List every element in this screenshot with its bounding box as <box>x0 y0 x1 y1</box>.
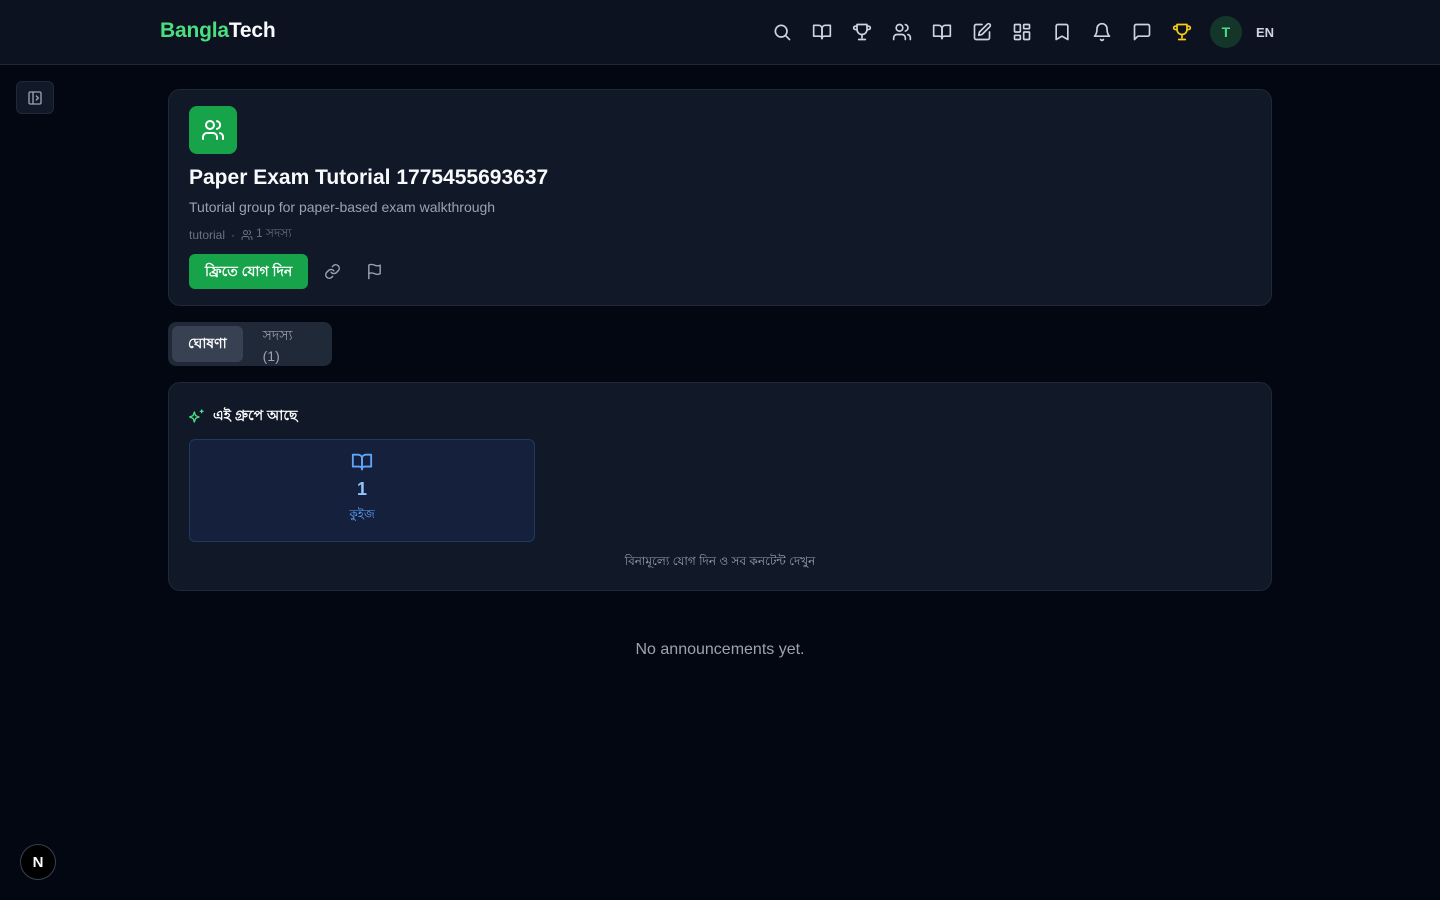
top-navbar: BanglaTech T EN <box>0 0 1440 65</box>
group-tabs: ঘোষণা সদস্য (1) <box>168 322 332 366</box>
group-header-card: Paper Exam Tutorial 1775455693637 Tutori… <box>168 89 1272 306</box>
group-meta: tutorial · 1 সদস্য <box>189 225 292 245</box>
bookmark-icon <box>1055 23 1069 41</box>
section-heading: এই গ্রুপে আছে <box>189 404 297 428</box>
group-description: Tutorial group for paper-based exam walk… <box>189 199 496 215</box>
trophy-icon <box>852 23 872 41</box>
sidebar-panel-icon <box>28 90 42 105</box>
user-avatar[interactable]: T <box>1209 16 1242 48</box>
tab-members[interactable]: সদস্য (1) <box>247 326 328 364</box>
library-button[interactable] <box>924 14 960 50</box>
messages-button[interactable] <box>1124 14 1160 50</box>
edit-icon <box>973 22 992 41</box>
brand-text-primary: Bangla <box>160 19 229 42</box>
book-open-icon <box>932 24 952 40</box>
group-actions: ফ্রিতে যোগ দিন <box>189 254 392 289</box>
search-button[interactable] <box>764 14 800 50</box>
groups-button[interactable] <box>884 14 920 50</box>
link-icon <box>324 264 340 279</box>
grid-icon <box>1013 23 1031 41</box>
tab-announcements[interactable]: ঘোষণা <box>172 326 243 362</box>
nav-icon-bar: T EN <box>764 14 1274 50</box>
notifications-button[interactable] <box>1084 14 1120 50</box>
book-open-icon <box>351 453 373 471</box>
message-icon <box>1133 23 1151 41</box>
quiz-count: 1 <box>356 479 367 499</box>
group-avatar <box>189 106 237 154</box>
report-button[interactable] <box>356 254 392 289</box>
courses-button[interactable] <box>804 14 840 50</box>
flag-icon <box>367 263 381 280</box>
language-toggle[interactable]: EN <box>1256 25 1274 40</box>
meta-separator: · <box>231 228 236 242</box>
book-open-icon <box>812 24 832 40</box>
leaderboard-button[interactable] <box>1164 14 1200 50</box>
group-title: Paper Exam Tutorial 1775455693637 <box>189 166 549 189</box>
sparkles-icon <box>189 409 204 423</box>
join-free-button[interactable]: ফ্রিতে যোগ দিন <box>189 254 309 289</box>
brand-logo[interactable]: BanglaTech <box>160 19 276 43</box>
trophy-icon <box>1172 23 1192 41</box>
quiz-stat-tile[interactable]: 1 কুইজ <box>189 439 535 542</box>
brand-text-secondary: Tech <box>228 19 276 42</box>
users-icon <box>241 230 253 240</box>
quiz-label: কুইজ <box>349 507 375 521</box>
bell-icon <box>1093 22 1111 42</box>
search-icon <box>774 24 791 41</box>
users-icon <box>892 23 912 41</box>
join-cta-text: বিনামূল্যে যোগ দিন ও সব কনটেন্ট দেখুন <box>624 554 816 568</box>
dev-tools-badge[interactable]: N <box>20 844 56 880</box>
users-icon <box>202 120 225 140</box>
sidebar-toggle-button[interactable] <box>16 81 54 114</box>
group-tag: tutorial <box>189 228 226 242</box>
member-count-label: 1 সদস্য <box>256 226 292 240</box>
contests-button[interactable] <box>844 14 880 50</box>
copy-link-button[interactable] <box>314 254 350 289</box>
member-count: 1 সদস্য <box>241 225 292 245</box>
bookmarks-button[interactable] <box>1044 14 1080 50</box>
section-title: এই গ্রুপে আছে <box>213 407 298 423</box>
empty-announcements: No announcements yet. <box>635 641 805 658</box>
write-button[interactable] <box>964 14 1000 50</box>
group-content-card: এই গ্রুপে আছে 1 কুইজ বিনামূল্যে যোগ দিন … <box>168 382 1272 591</box>
dashboard-button[interactable] <box>1004 14 1040 50</box>
